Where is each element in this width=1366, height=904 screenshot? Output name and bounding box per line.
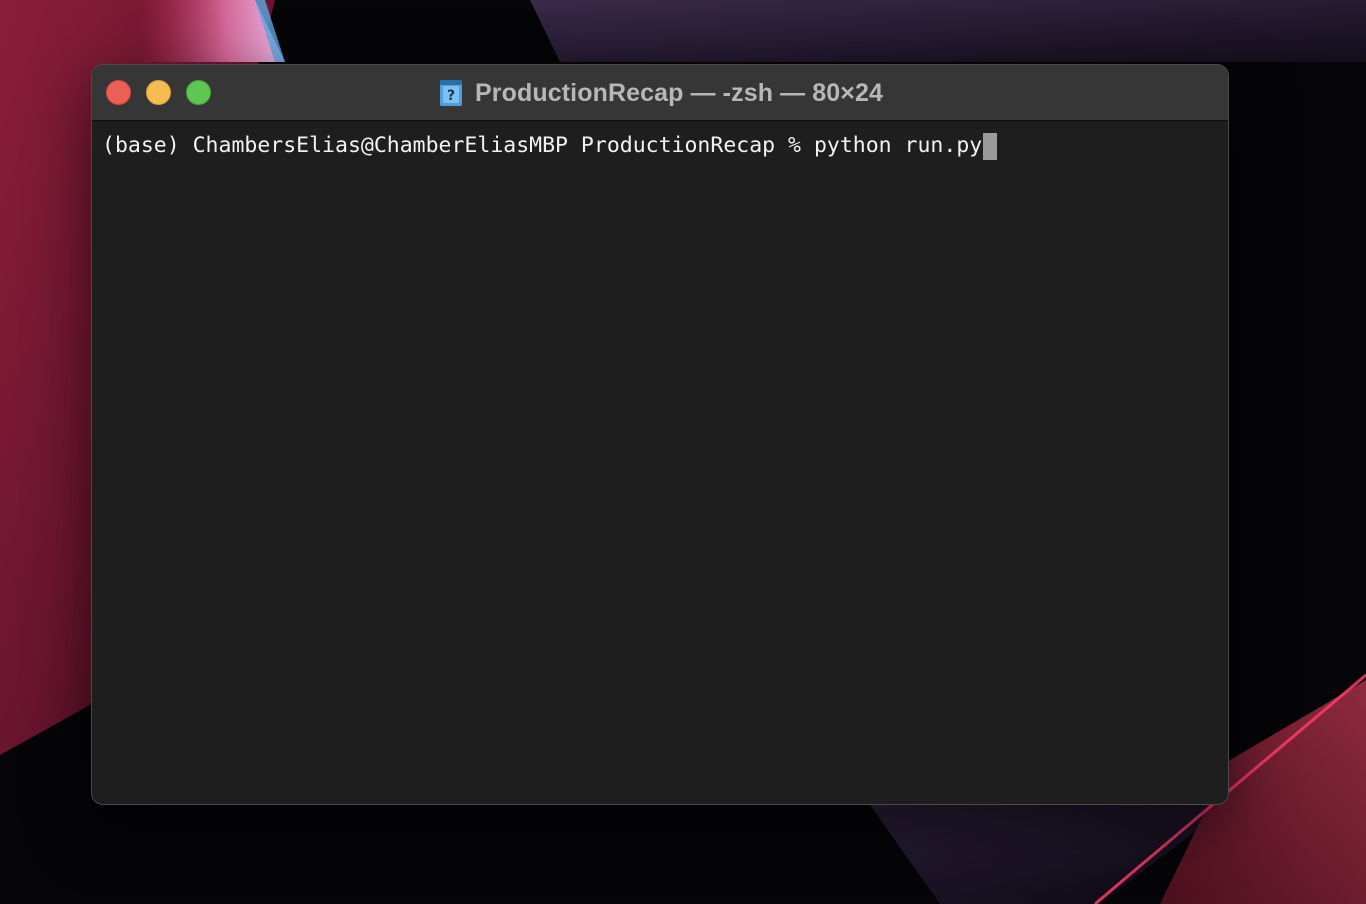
svg-text:?: ? — [447, 88, 455, 104]
shell-prompt: (base) ChambersElias@ChamberEliasMBP Pro… — [102, 133, 814, 158]
window-title-area: ? ProductionRecap — -zsh — 80×24 — [92, 65, 1228, 121]
terminal-line: (base) ChambersElias@ChamberEliasMBP Pro… — [102, 129, 1218, 163]
folder-question-document-icon[interactable]: ? — [437, 79, 465, 107]
window-titlebar[interactable]: ? ProductionRecap — -zsh — 80×24 — [92, 65, 1228, 121]
terminal-content[interactable]: (base) ChambersElias@ChamberEliasMBP Pro… — [92, 121, 1228, 804]
text-cursor — [983, 132, 998, 160]
terminal-window[interactable]: ? ProductionRecap — -zsh — 80×24 (base) … — [91, 64, 1229, 805]
typed-command: python run.py — [813, 133, 983, 158]
window-title: ProductionRecap — -zsh — 80×24 — [475, 78, 883, 107]
